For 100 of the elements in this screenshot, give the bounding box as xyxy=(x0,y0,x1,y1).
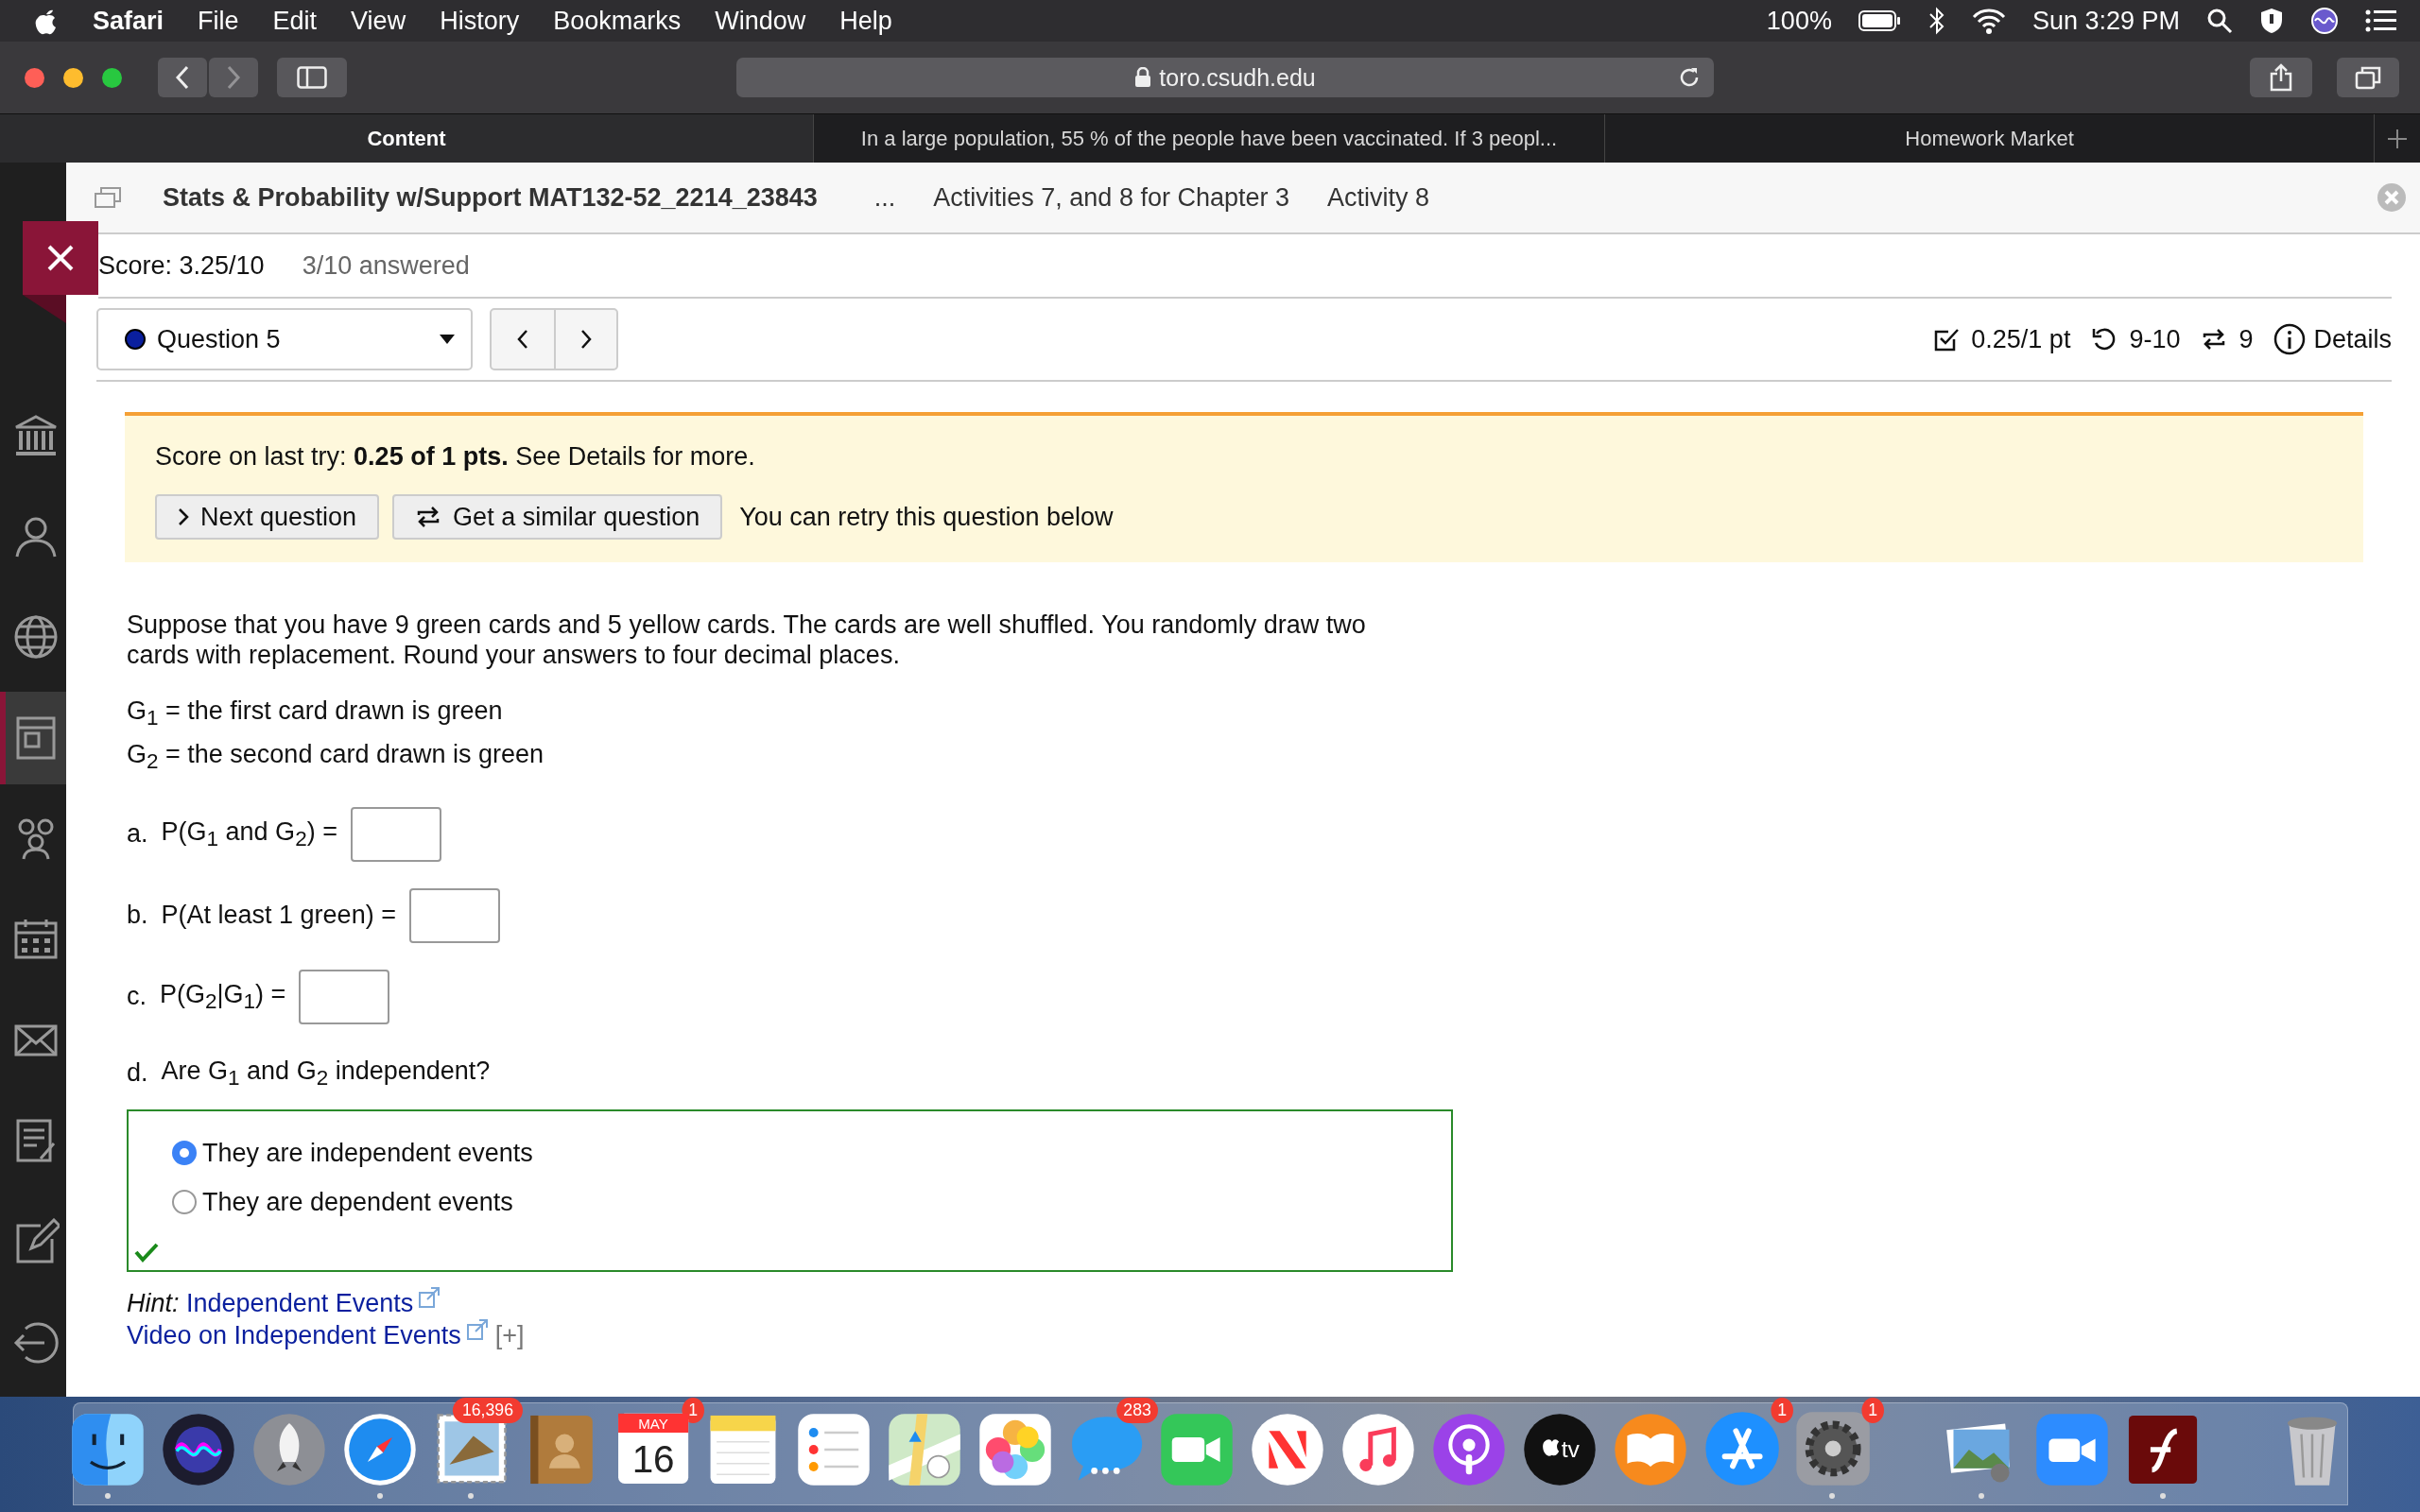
course-link[interactable]: Stats & Probability w/Support MAT132-52_2214_23843 xyxy=(163,182,818,213)
part-prompt: P(G$_{2}$|G$_{1}$) = xyxy=(160,979,286,1014)
notification-badge: 1 xyxy=(1861,1398,1884,1423)
swirl-app-icon[interactable] xyxy=(160,1411,237,1488)
list-icon[interactable] xyxy=(2365,9,2397,33)
share-button[interactable] xyxy=(2250,58,2312,97)
definition-text: G$_{1}$ = the first card drawn is green xyxy=(127,696,504,732)
flower-app-icon[interactable] xyxy=(977,1411,1054,1488)
menu-item[interactable]: Help xyxy=(839,6,892,36)
speech-bubble-icon xyxy=(1072,1417,1143,1481)
sidebar-icon xyxy=(297,66,327,89)
share-icon xyxy=(2270,63,2292,92)
notification-badge: 1 xyxy=(1771,1398,1793,1423)
compass-app-icon[interactable] xyxy=(341,1411,419,1488)
breadcrumb-link[interactable]: Activity 8 xyxy=(1327,182,1429,213)
notification-badge: 1 xyxy=(682,1398,704,1423)
radio-button[interactable] xyxy=(172,1190,197,1215)
new-tab-icon[interactable] xyxy=(2387,128,2408,149)
chevron-right-icon xyxy=(579,329,593,350)
app-menu[interactable]: Safari xyxy=(93,6,164,36)
chevron-left-icon xyxy=(516,329,529,350)
part-letter: a. xyxy=(127,819,148,850)
lock-icon xyxy=(1134,67,1152,88)
close-icon xyxy=(46,244,75,272)
battery-percent: 100% xyxy=(1766,6,1832,36)
menu-clock[interactable]: Sun 3:29 PM xyxy=(2031,6,2180,36)
browser-tab[interactable]: Content xyxy=(0,114,814,163)
info-icon xyxy=(2273,323,2307,355)
back-button[interactable] xyxy=(158,58,207,97)
battery-icon[interactable] xyxy=(1858,9,1902,32)
shield-icon[interactable] xyxy=(2259,7,2284,35)
siri-icon[interactable] xyxy=(2310,7,2339,35)
menu-item[interactable]: File xyxy=(198,6,239,36)
two-tone-face-app-icon[interactable] xyxy=(69,1411,147,1488)
window-icon[interactable] xyxy=(95,186,121,209)
expand-link[interactable]: [+] xyxy=(494,1321,525,1350)
close-window-button[interactable] xyxy=(25,67,44,88)
chevron-right-icon xyxy=(178,507,189,526)
checklist-app-icon[interactable] xyxy=(795,1411,873,1488)
attempts-text: 9-10 xyxy=(2129,324,2181,354)
bluetooth-icon[interactable] xyxy=(1927,7,1945,35)
radio-button[interactable] xyxy=(172,1141,197,1166)
tv-app-icon[interactable]: tv xyxy=(1521,1411,1599,1488)
news-app-icon[interactable] xyxy=(1249,1411,1326,1488)
option-label[interactable]: They are dependent events xyxy=(202,1187,513,1217)
url-text: toro.csudh.edu xyxy=(1159,63,1316,92)
ribbon-fold-icon xyxy=(23,295,66,323)
score-text: Score: 3.25/10 xyxy=(98,250,265,281)
part-letter: d. xyxy=(127,1058,148,1089)
open-book-app-icon[interactable] xyxy=(1612,1411,1689,1488)
zoom-window-button[interactable] xyxy=(102,67,122,88)
video-camera-app-icon[interactable] xyxy=(1158,1411,1236,1488)
tabs-icon xyxy=(2355,65,2381,90)
podcast-app-icon[interactable] xyxy=(1430,1411,1508,1488)
next-question-button[interactable]: Next question xyxy=(155,494,380,540)
similar-question-button[interactable]: Get a similar question xyxy=(392,494,723,540)
breadcrumb-ellipsis[interactable]: ... xyxy=(873,182,896,213)
calendar-month: MAY xyxy=(638,1415,668,1432)
wifi-icon[interactable] xyxy=(1971,8,2006,34)
running-indicator xyxy=(1829,1493,1835,1499)
menu-item[interactable]: Edit xyxy=(272,6,318,36)
running-indicator xyxy=(468,1493,474,1499)
notification-badge: 283 xyxy=(1116,1398,1158,1423)
part-prompt: Are G$_{1}$ and G$_{2}$ independent? xyxy=(161,1056,491,1091)
close-button[interactable] xyxy=(23,221,98,295)
answer-box[interactable] xyxy=(299,969,390,1024)
video-link[interactable]: Video on Independent Events xyxy=(127,1321,461,1350)
caret-icon xyxy=(439,334,456,345)
question-dropdown[interactable]: Question 5 xyxy=(96,308,473,370)
minimize-window-button[interactable] xyxy=(63,67,83,88)
tab-overview-button[interactable] xyxy=(2337,58,2399,97)
rocket-app-icon[interactable] xyxy=(251,1411,328,1488)
versions-text: 9 xyxy=(2238,324,2254,354)
video-camera-app-icon[interactable] xyxy=(2033,1411,2111,1488)
sidebar-item[interactable] xyxy=(0,691,66,785)
points-text: 0.25/1 pt xyxy=(1971,324,2071,354)
menu-item[interactable]: Window xyxy=(715,6,806,36)
details-link[interactable]: Details xyxy=(2273,323,2392,355)
tv-label: tv xyxy=(1561,1436,1580,1463)
menu-item[interactable]: View xyxy=(351,6,406,36)
part-letter: b. xyxy=(127,901,148,931)
option-label[interactable]: They are independent events xyxy=(202,1138,533,1168)
reload-icon[interactable] xyxy=(1678,66,1701,89)
menu-item[interactable]: Bookmarks xyxy=(553,6,682,36)
menu-item[interactable]: History xyxy=(440,6,520,36)
address-bar[interactable]: toro.csudh.edu xyxy=(736,58,1714,97)
answer-box[interactable] xyxy=(408,887,500,943)
hint-link[interactable]: Independent Events xyxy=(186,1289,414,1318)
definition-text: G$_{2}$ = the second card drawn is green xyxy=(127,739,545,776)
part-letter: c. xyxy=(127,982,147,1012)
chat-app-icon[interactable]: 283 xyxy=(1067,1398,1158,1488)
answer-box[interactable] xyxy=(350,806,441,862)
notification-badge: 16,396 xyxy=(452,1398,523,1423)
calendar-day: 16 xyxy=(631,1437,675,1482)
music-note-app-icon[interactable] xyxy=(1340,1411,1417,1488)
search-icon[interactable] xyxy=(2206,8,2233,34)
sidebar-toggle-button[interactable] xyxy=(277,58,347,97)
breadcrumb-link[interactable]: Activities 7, and 8 for Chapter 3 xyxy=(933,182,1289,213)
map-app-icon[interactable] xyxy=(886,1411,963,1488)
part-prompt: P(G$_{1}$ and G$_{2}$) = xyxy=(161,816,337,851)
